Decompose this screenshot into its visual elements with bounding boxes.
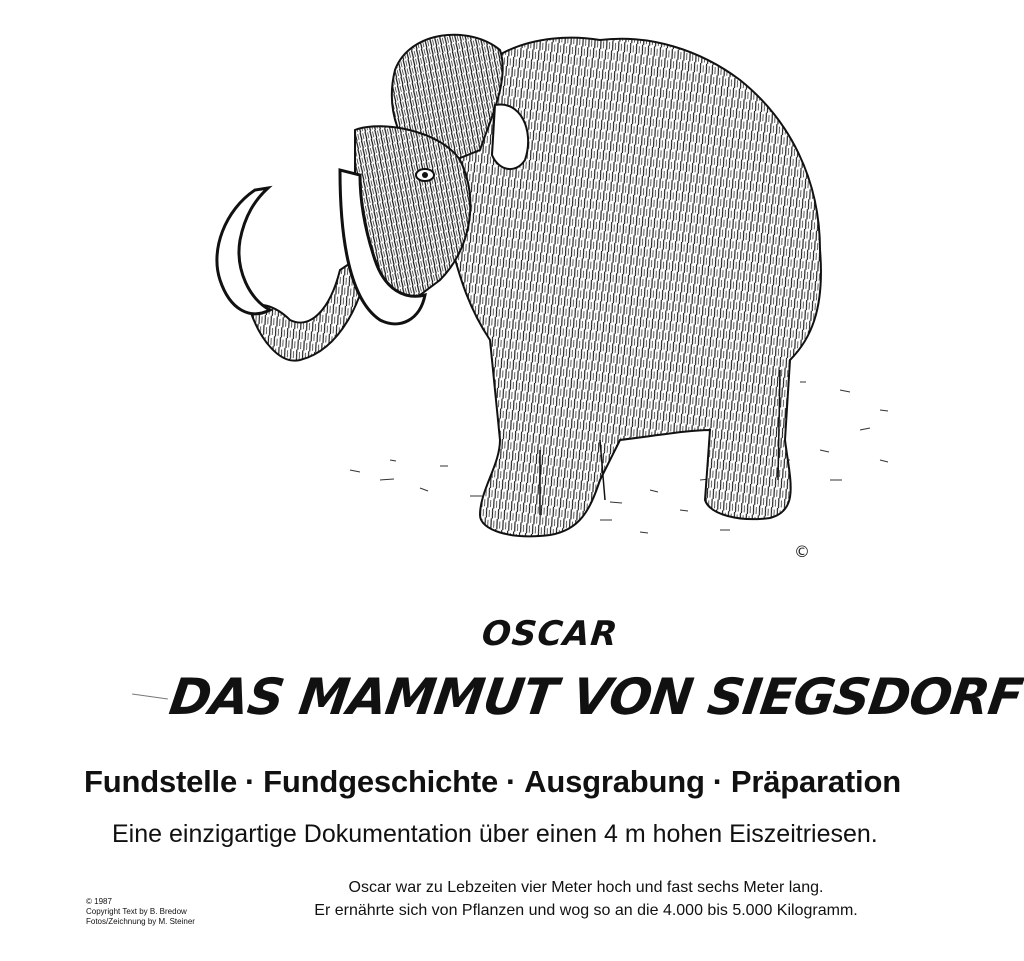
topic-separator: · xyxy=(712,764,723,799)
topic-separator: · xyxy=(506,764,517,799)
mammoth-illustration xyxy=(215,33,889,538)
topic-fundstelle: Fundstelle xyxy=(84,764,238,799)
topic-separator: · xyxy=(245,764,256,799)
dash-line xyxy=(132,693,168,700)
credits-text: Copyright Text by B. Bredow xyxy=(86,907,187,916)
description: Oscar war zu Lebzeiten vier Meter hoch u… xyxy=(236,876,936,922)
credits-photos: Fotos/Zeichnung by M. Steiner xyxy=(86,917,195,926)
title-main: DAS MAMMUT VON SIEGSDORF xyxy=(165,668,1024,726)
credits-year: © 1987 xyxy=(86,897,112,906)
topic-praeparation: Präparation xyxy=(730,764,901,799)
title-name: OSCAR xyxy=(479,614,621,654)
credits: © 1987 Copyright Text by B. Bredow Fotos… xyxy=(86,897,246,927)
description-line-2: Er ernährte sich von Pflanzen und wog so… xyxy=(314,902,858,919)
copyright-mark: © xyxy=(794,542,810,561)
subtitle: Eine einzigartige Dokumentation über ein… xyxy=(112,820,878,848)
description-line-1: Oscar war zu Lebzeiten vier Meter hoch u… xyxy=(348,879,824,896)
topic-fundgeschichte: Fundgeschichte xyxy=(263,764,499,799)
topic-ausgrabung: Ausgrabung xyxy=(524,764,705,799)
topics-line: Fundstelle · Fundgeschichte · Ausgrabung · Prä… xyxy=(84,764,1020,800)
